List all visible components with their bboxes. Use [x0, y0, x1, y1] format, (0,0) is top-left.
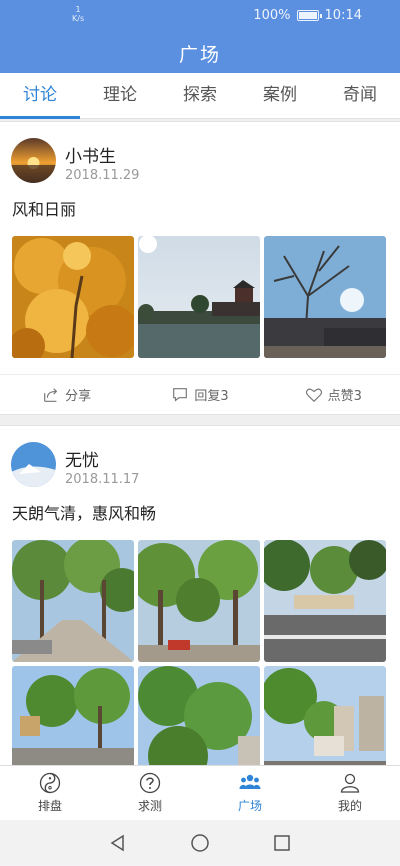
post-photo[interactable]	[12, 540, 134, 662]
avatar[interactable]	[11, 138, 56, 183]
post-photo[interactable]	[138, 540, 260, 662]
battery-percent: 100%	[253, 8, 291, 23]
avatar[interactable]	[11, 442, 56, 487]
post-photo[interactable]	[138, 666, 260, 765]
post-date: 2018.11.17	[65, 472, 140, 487]
photo-grid	[0, 540, 400, 765]
tab-theory[interactable]: 理论	[80, 73, 160, 118]
author-name[interactable]: 小书生	[65, 142, 116, 167]
user-icon	[340, 773, 360, 793]
reply-label: 回复3	[194, 389, 229, 404]
nav-mine-label: 我的	[337, 799, 362, 813]
post-date: 2018.11.29	[65, 168, 140, 183]
tab-anecdotes[interactable]: 奇闻	[320, 73, 400, 118]
clock: 10:14	[324, 8, 362, 23]
post-photo[interactable]	[138, 236, 260, 358]
author-name[interactable]: 无忧	[65, 446, 99, 471]
app-header: 1 K/s 100% 10:14 广场	[0, 0, 400, 73]
reply-button[interactable]: 回复3	[133, 375, 266, 414]
post-photo[interactable]	[12, 666, 134, 765]
share-button[interactable]: 分享	[0, 375, 133, 414]
like-label: 点赞3	[327, 389, 362, 404]
page-title: 广场	[178, 44, 221, 66]
tab-cases[interactable]: 案例	[240, 73, 320, 118]
share-label: 分享	[65, 389, 92, 404]
network-speed: 1 K/s	[72, 5, 84, 23]
post-card: 无忧 2018.11.17 天朗气清，惠风和畅	[0, 425, 400, 765]
yin-yang-icon	[39, 772, 61, 794]
heart-icon	[305, 388, 322, 402]
group-icon	[239, 774, 261, 789]
post-photo[interactable]	[12, 236, 134, 358]
post-actions: 分享 回复3 点赞3	[0, 374, 400, 414]
battery-icon	[296, 10, 322, 21]
post-text: 风和日丽	[12, 200, 77, 219]
post-photo[interactable]	[264, 236, 386, 358]
nav-mine[interactable]: 我的	[300, 766, 400, 820]
post-photo[interactable]	[264, 666, 386, 765]
post-card: 小书生 2018.11.29 风和日丽 分享 回复3 点赞3	[0, 121, 400, 415]
network-speed-unit: K/s	[72, 14, 85, 23]
nav-square-label: 广场	[237, 799, 262, 813]
status-bar: 1 K/s 100% 10:14	[0, 0, 400, 30]
post-text: 天朗气清，惠风和畅	[12, 504, 157, 523]
photo-grid	[0, 236, 400, 358]
comment-icon	[173, 387, 188, 402]
nav-paipan[interactable]: 排盘	[0, 766, 100, 820]
question-icon	[139, 772, 161, 794]
nav-square[interactable]: 广场	[200, 766, 300, 820]
tab-discussion[interactable]: 讨论	[0, 73, 80, 119]
post-feed[interactable]: 小书生 2018.11.29 风和日丽 分享 回复3 点赞3 无忧 2018.1…	[0, 121, 400, 765]
category-tabs: 讨论 理论 探索 案例 奇闻	[0, 73, 400, 119]
network-speed-value: 1	[75, 5, 81, 14]
system-navigation	[0, 820, 400, 866]
nav-paipan-label: 排盘	[37, 799, 62, 813]
tab-explore[interactable]: 探索	[160, 73, 240, 118]
like-button[interactable]: 点赞3	[267, 375, 400, 414]
bottom-navigation: 排盘 求测 广场 我的	[0, 765, 400, 820]
recents-icon[interactable]	[272, 833, 292, 853]
back-icon[interactable]	[108, 833, 128, 853]
share-icon	[44, 387, 58, 402]
home-icon[interactable]	[190, 833, 210, 853]
post-photo[interactable]	[264, 540, 386, 662]
nav-qiuce[interactable]: 求测	[100, 766, 200, 820]
nav-qiuce-label: 求测	[137, 799, 162, 813]
